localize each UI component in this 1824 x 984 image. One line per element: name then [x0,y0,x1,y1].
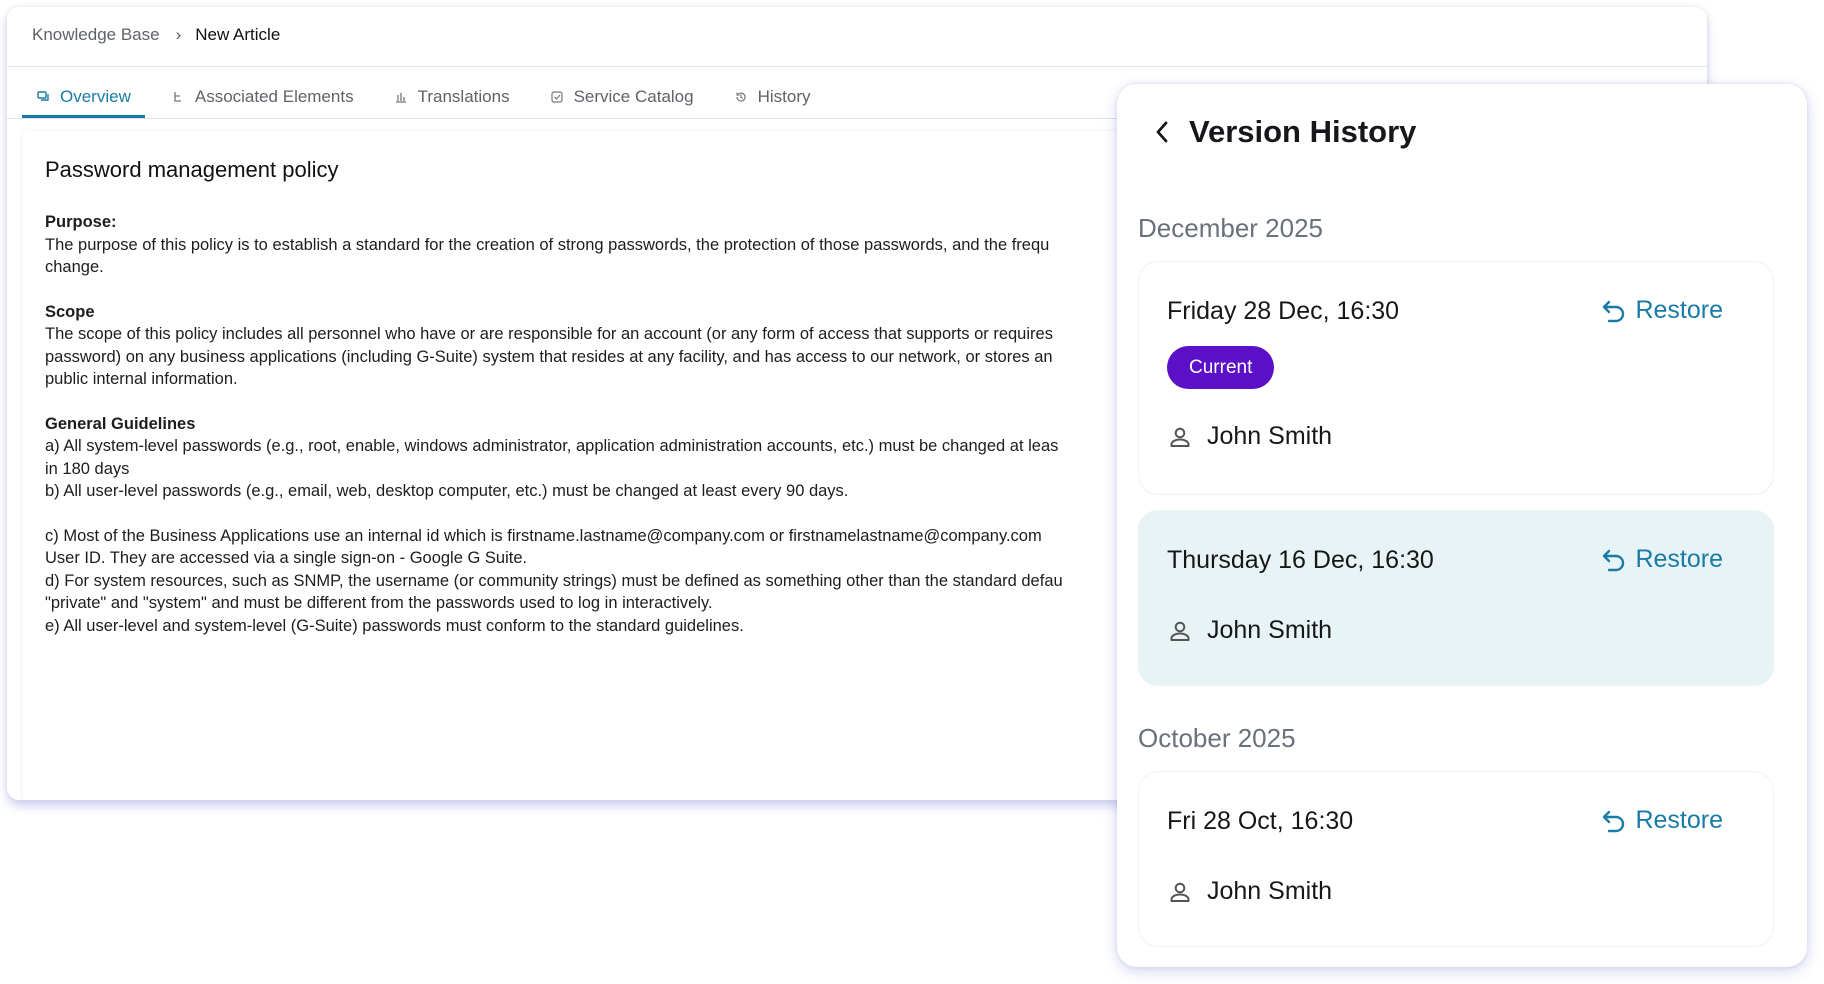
user-icon [1167,618,1193,644]
tab-associated-elements[interactable]: Associated Elements [157,76,368,118]
author-row: John Smith [1167,422,1332,451]
author-name: John Smith [1207,422,1333,450]
month-label: December 2025 [1138,213,1323,243]
version-history-panel: Version History December 2025 Friday 28 … [1117,84,1807,967]
tab-service-catalog[interactable]: Service Catalog [536,76,708,118]
tab-history[interactable]: History [720,76,825,118]
breadcrumb-knowledge-base[interactable]: Knowledge Base [32,25,160,45]
breadcrumb: Knowledge Base › New Article [32,25,280,45]
hierarchy-icon [171,90,185,104]
undo-icon [1601,547,1627,573]
tab-translations[interactable]: Translations [380,76,524,118]
restore-label: Restore [1635,545,1723,573]
restore-button[interactable]: Restore [1601,296,1723,325]
chat-icon [36,90,50,104]
breadcrumb-separator: › [175,25,182,44]
version-history-header: Version History [1147,114,1416,150]
month-label: October 2025 [1138,723,1296,753]
version-card[interactable]: Fri 28 Oct, 16:30 Restore John Smith [1138,771,1774,947]
undo-icon [1601,298,1627,324]
bar-chart-icon [394,90,408,104]
tab-label: Translations [417,87,510,106]
version-card[interactable]: Thursday 16 Dec, 16:30 Restore John Smit… [1138,510,1774,686]
version-date: Friday 28 Dec, 16:30 [1167,297,1400,325]
header-divider [7,66,1707,67]
tab-label: Associated Elements [194,87,354,106]
restore-label: Restore [1635,806,1723,834]
tab-label: Service Catalog [573,87,694,106]
undo-icon [1601,808,1627,834]
history-icon [734,90,748,104]
author-name: John Smith [1207,877,1333,905]
author-row: John Smith [1167,877,1332,906]
tab-label: History [757,87,811,106]
restore-button[interactable]: Restore [1601,806,1723,835]
version-card[interactable]: Friday 28 Dec, 16:30 Restore Current Joh… [1138,261,1774,495]
breadcrumb-current: New Article [195,25,281,44]
current-badge: Current [1167,346,1275,389]
tab-label: Overview [60,87,131,106]
restore-label: Restore [1635,296,1723,324]
author-row: John Smith [1167,616,1332,645]
chevron-left-icon [1156,121,1168,143]
author-name: John Smith [1207,616,1333,644]
version-history-title: Version History [1189,114,1417,149]
tab-overview[interactable]: Overview [22,76,145,118]
user-icon [1167,424,1193,450]
restore-button[interactable]: Restore [1601,545,1723,574]
back-button[interactable] [1147,117,1177,147]
version-date: Thursday 16 Dec, 16:30 [1167,546,1434,574]
user-icon [1167,879,1193,905]
checkbox-icon [550,90,564,104]
version-date: Fri 28 Oct, 16:30 [1167,807,1354,835]
